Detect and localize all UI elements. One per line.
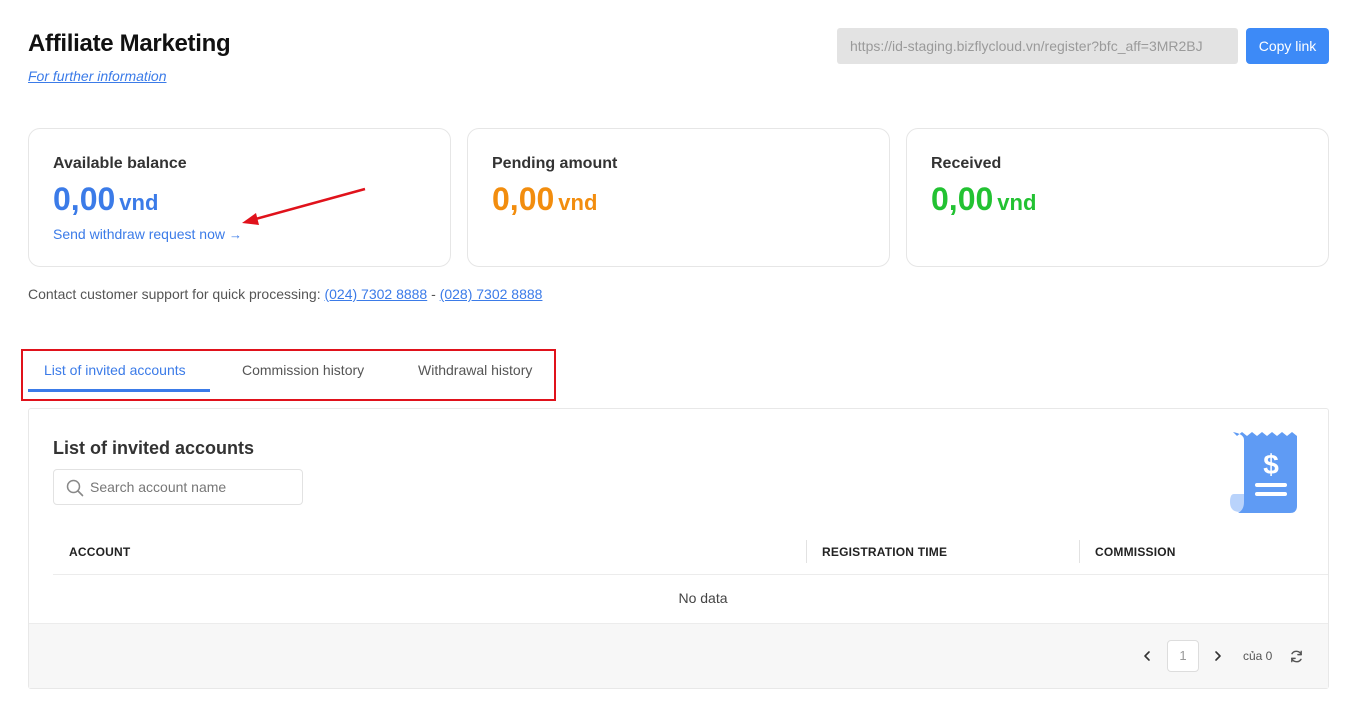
tab-invited-accounts[interactable]: List of invited accounts (44, 362, 186, 378)
card-label: Received (931, 155, 1002, 172)
empty-state-text: No data (678, 590, 728, 606)
search-icon (66, 479, 84, 497)
balance-amount: 0,00 vnd (53, 181, 158, 218)
annotation-arrow-icon (242, 187, 366, 225)
search-account-input[interactable] (90, 470, 298, 504)
pagination-bar (29, 623, 1328, 688)
copy-link-button[interactable]: Copy link (1246, 28, 1329, 64)
svg-text:$: $ (1263, 449, 1279, 480)
active-tab-indicator (28, 389, 210, 392)
column-header-account[interactable]: ACCOUNT (69, 545, 130, 559)
amount-value: 0,00 (53, 181, 116, 217)
referral-url-field[interactable]: https://id-staging.bizflycloud.vn/regist… (837, 28, 1238, 64)
support-contact: Contact customer support for quick proce… (28, 286, 542, 302)
received-card: Received 0,00 vnd (906, 128, 1329, 267)
column-separator (1079, 540, 1080, 563)
column-header-registration-time[interactable]: REGISTRATION TIME (822, 545, 947, 559)
support-phone-link[interactable]: (024) 7302 8888 (324, 286, 427, 302)
refresh-icon[interactable] (1289, 649, 1304, 664)
received-amount: 0,00 vnd (931, 181, 1036, 218)
page-total-text: của 0 (1243, 649, 1273, 663)
page-title: Affiliate Marketing (28, 30, 231, 57)
chevron-left-icon[interactable] (1140, 649, 1154, 663)
amount-unit: vnd (997, 190, 1037, 215)
page-number-input[interactable]: 1 (1167, 640, 1199, 672)
pending-amount-card: Pending amount 0,00 vnd (467, 128, 890, 267)
table-header-divider (53, 574, 1328, 575)
receipt-dollar-icon: $ (1230, 432, 1297, 513)
send-withdraw-request-link[interactable]: Send withdraw request now → (53, 226, 242, 242)
withdraw-link-label: Send withdraw request now (53, 226, 225, 242)
amount-value: 0,00 (492, 181, 555, 217)
further-info-link[interactable]: For further information (28, 68, 167, 84)
support-text: Contact customer support for quick proce… (28, 286, 321, 302)
tab-withdrawal-history[interactable]: Withdrawal history (418, 362, 532, 378)
support-phone-link[interactable]: (028) 7302 8888 (440, 286, 543, 302)
card-label: Pending amount (492, 155, 618, 172)
chevron-right-icon[interactable] (1211, 649, 1225, 663)
pending-amount: 0,00 vnd (492, 181, 597, 218)
card-label: Available balance (53, 155, 187, 172)
search-box (53, 469, 303, 505)
tab-commission-history[interactable]: Commission history (242, 362, 364, 378)
amount-value: 0,00 (931, 181, 994, 217)
column-header-commission[interactable]: COMMISSION (1095, 545, 1176, 559)
column-separator (806, 540, 807, 563)
amount-unit: vnd (119, 190, 159, 215)
phone-separator: - (431, 286, 436, 302)
amount-unit: vnd (558, 190, 598, 215)
panel-title: List of invited accounts (53, 438, 255, 458)
